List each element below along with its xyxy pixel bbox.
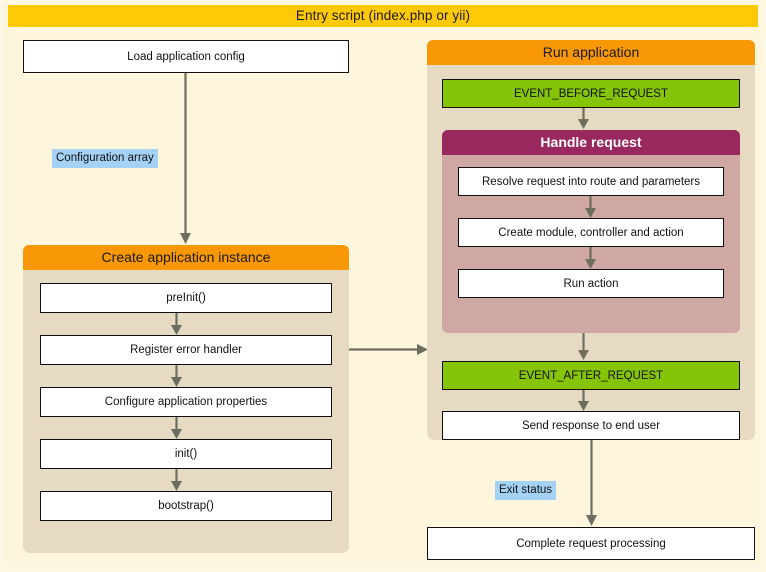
arrow-load-config-to-create-app	[179, 73, 192, 245]
handle-request-group: Handle request Resolve request into rout…	[442, 130, 740, 333]
step-create-module-controller-action: Create module, controller and action	[458, 218, 724, 247]
arrow-create-module-to-run-action	[584, 247, 597, 270]
step-bootstrap: bootstrap()	[40, 491, 332, 521]
run-application-group: Run application EVENT_BEFORE_REQUEST Han…	[427, 40, 755, 440]
step-resolve-request: Resolve request into route and parameter…	[458, 167, 724, 196]
step-register-error-handler: Register error handler	[40, 335, 332, 365]
arrow-configure-properties-to-init	[170, 417, 183, 440]
step-preinit: preInit()	[40, 283, 332, 313]
load-application-config-box: Load application config	[23, 40, 349, 73]
arrow-preinit-to-register-error-handler	[170, 313, 183, 336]
arrow-register-error-handler-to-configure-properties	[170, 365, 183, 388]
run-application-title: Run application	[427, 40, 755, 65]
arrow-run-app-to-complete-request	[585, 440, 598, 527]
step-configure-application-properties: Configure application properties	[40, 387, 332, 417]
event-before-request-box: EVENT_BEFORE_REQUEST	[442, 79, 740, 108]
step-init: init()	[40, 439, 332, 469]
arrow-handle-request-to-event-after-request	[577, 333, 590, 361]
arrow-event-after-request-to-send-response	[577, 390, 590, 412]
handle-request-title: Handle request	[442, 130, 740, 155]
entry-script-title: Entry script (index.php or yii)	[8, 5, 758, 27]
exit-status-label: Exit status	[495, 481, 557, 500]
entry-script-panel: Entry script (index.php or yii) Load app…	[4, 3, 762, 565]
complete-request-processing-box: Complete request processing	[427, 527, 755, 560]
step-send-response-to-end-user: Send response to end user	[442, 411, 740, 440]
arrow-init-to-bootstrap	[170, 469, 183, 492]
configuration-array-label: Configuration array	[52, 149, 158, 168]
create-application-instance-group: Create application instance preInit() Re…	[23, 245, 349, 553]
arrow-event-before-request-to-handle-request	[577, 108, 590, 130]
create-application-instance-title: Create application instance	[23, 245, 349, 270]
step-run-action: Run action	[458, 269, 724, 298]
event-after-request-box: EVENT_AFTER_REQUEST	[442, 361, 740, 390]
arrow-create-app-to-run-app	[349, 343, 429, 356]
arrow-resolve-request-to-create-module	[584, 196, 597, 219]
